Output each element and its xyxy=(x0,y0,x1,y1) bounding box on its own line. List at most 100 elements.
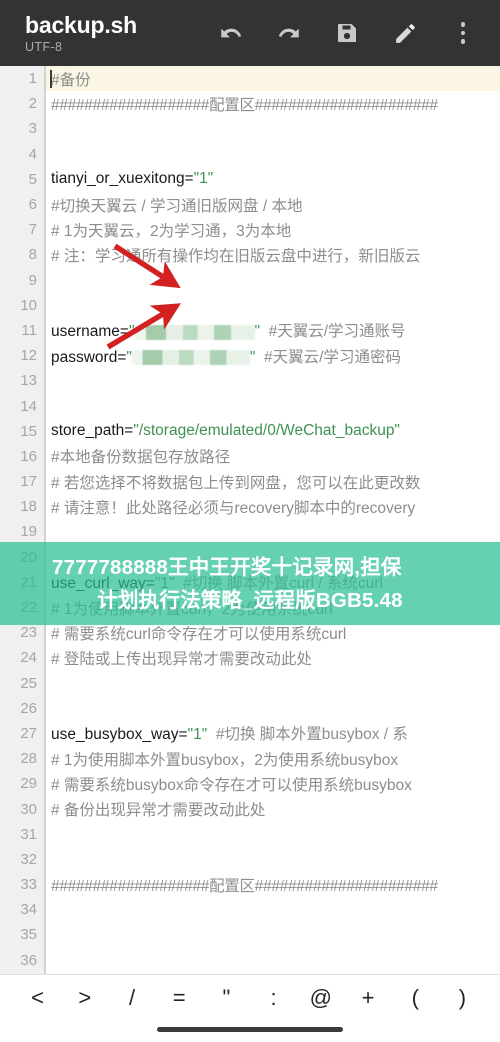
code-line[interactable]: 14 xyxy=(0,393,500,418)
code-line[interactable]: 2 ###################配置区#################… xyxy=(0,91,500,116)
overflow-menu-button[interactable] xyxy=(434,0,492,66)
code-line[interactable]: 27 use_busybox_way="1" #切换 脚本外置busybox / … xyxy=(0,721,500,746)
code-text: use_busybox_way="1" #切换 脚本外置busybox / 系 xyxy=(51,726,408,744)
file-title-block: backup.sh UTF-8 xyxy=(25,12,137,55)
line-number: 3 xyxy=(28,120,37,138)
watermark-line-2: 计划执行法策略_远程版BGB5.48 xyxy=(97,588,403,612)
line-number: 26 xyxy=(20,699,37,717)
code-line[interactable]: 32 xyxy=(0,847,500,872)
code-text: tianyi_or_xuexitong="1" xyxy=(51,170,214,188)
line-number: 31 xyxy=(20,825,37,843)
line-number: 30 xyxy=(20,800,37,818)
line-number: 15 xyxy=(20,422,37,440)
line-number: 7 xyxy=(28,221,37,239)
symbol-key[interactable]: : xyxy=(250,975,297,1021)
home-indicator[interactable] xyxy=(157,1026,343,1032)
symbol-key[interactable]: ( xyxy=(392,975,439,1021)
line-number: 1 xyxy=(28,70,37,88)
watermark-overlay: 7777788888王中王开奖十记录网,担保 计划执行法策略_远程版BGB5.4… xyxy=(0,542,500,625)
editor-app-screen: backup.sh UTF-8 1 #备份 2 ################… xyxy=(0,0,500,1042)
code-line[interactable]: 9 xyxy=(0,268,500,293)
symbol-key[interactable]: / xyxy=(108,975,155,1021)
line-number: 6 xyxy=(28,196,37,214)
symbol-key[interactable]: " xyxy=(203,975,250,1021)
redo-button[interactable] xyxy=(260,0,318,66)
code-line[interactable]: 26 xyxy=(0,696,500,721)
code-line[interactable]: 1 #备份 xyxy=(0,66,500,92)
code-line[interactable]: 28 # 1为使用脚本外置busybox，2为使用系统busybox xyxy=(0,746,500,771)
code-line[interactable]: 18 # 请注意！此处路径必须与recovery脚本中的recovery xyxy=(0,494,500,519)
symbol-key[interactable]: > xyxy=(61,975,108,1021)
code-text: #切换天翼云 / 学习通旧版网盘 / 本地 xyxy=(51,197,303,215)
code-lines: 1 #备份 2 ###################配置区#############… xyxy=(0,66,500,974)
code-line[interactable]: 25 xyxy=(0,671,500,696)
line-number: 27 xyxy=(20,724,37,742)
code-editor[interactable]: 1 #备份 2 ###################配置区#############… xyxy=(0,66,500,974)
line-number: 25 xyxy=(20,674,37,692)
line-number: 23 xyxy=(20,624,37,642)
line-number: 5 xyxy=(28,170,37,188)
undo-button[interactable] xyxy=(202,0,260,66)
code-line[interactable]: 5 tianyi_or_xuexitong="1" xyxy=(0,167,500,192)
code-line[interactable]: 13 xyxy=(0,368,500,393)
page-title: backup.sh xyxy=(25,11,137,38)
code-text: # 若您选择不将数据包上传到网盘，您可以在此更改数 xyxy=(51,474,421,492)
symbol-key[interactable]: + xyxy=(344,975,391,1021)
code-line[interactable]: 16 #本地备份数据包存放路径 xyxy=(0,444,500,469)
app-header: backup.sh UTF-8 xyxy=(0,0,500,66)
code-line[interactable]: 7 # 1为天翼云，2为学习通，3为本地 xyxy=(0,217,500,242)
code-line[interactable]: 19 xyxy=(0,519,500,544)
save-button[interactable] xyxy=(318,0,376,66)
code-text: # 1为天翼云，2为学习通，3为本地 xyxy=(51,222,292,240)
code-text: #本地备份数据包存放路径 xyxy=(51,449,231,467)
code-line[interactable]: 30 # 备份出现异常才需要改动此处 xyxy=(0,796,500,821)
code-line[interactable]: 4 xyxy=(0,142,500,167)
code-text: # 需要系统busybox命令存在才可以使用系统busybox xyxy=(51,776,412,794)
code-line[interactable]: 12 password=" " #天翼云/学习通密码 xyxy=(0,343,500,368)
code-line[interactable]: 3 xyxy=(0,116,500,141)
current-line-highlight xyxy=(46,66,500,92)
code-line[interactable]: 11 username=" " #天翼云/学习通账号 xyxy=(0,318,500,343)
code-text: password=" " #天翼云/学习通密码 xyxy=(51,348,401,366)
code-text: store_path="/storage/emulated/0/WeChat_b… xyxy=(51,422,400,440)
symbol-key[interactable]: @ xyxy=(297,975,344,1021)
symbol-key[interactable]: ) xyxy=(439,975,486,1021)
code-text: # 备份出现异常才需要改动此处 xyxy=(51,802,266,820)
code-line[interactable]: 34 xyxy=(0,897,500,922)
code-line[interactable]: 36 xyxy=(0,948,500,973)
line-number: 34 xyxy=(20,901,37,919)
symbol-key[interactable]: = xyxy=(156,975,203,1021)
code-text: # 1为使用脚本外置busybox，2为使用系统busybox xyxy=(51,751,399,769)
code-text: username=" " #天翼云/学习通账号 xyxy=(51,323,406,341)
line-number: 35 xyxy=(20,926,37,944)
line-number: 17 xyxy=(20,473,37,491)
redacted-password-value xyxy=(131,350,250,366)
undo-icon xyxy=(218,20,244,46)
code-text: # 需要系统curl命令存在才可以使用系统curl xyxy=(51,625,347,643)
code-line[interactable]: 17 # 若您选择不将数据包上传到网盘，您可以在此更改数 xyxy=(0,469,500,494)
line-number: 2 xyxy=(28,95,37,113)
code-line[interactable]: 29 # 需要系统busybox命令存在才可以使用系统busybox xyxy=(0,771,500,796)
redo-icon xyxy=(276,20,302,46)
code-line[interactable]: 15 store_path="/storage/emulated/0/WeChat… xyxy=(0,419,500,444)
line-number: 8 xyxy=(28,246,37,264)
symbol-key[interactable]: < xyxy=(14,975,61,1021)
code-text: ###################配置区##################… xyxy=(51,877,438,895)
line-number: 11 xyxy=(21,321,37,339)
more-vertical-icon xyxy=(460,22,466,44)
code-line[interactable]: 31 xyxy=(0,822,500,847)
code-text: # 注：学习通所有操作均在旧版云盘中进行，新旧版云 xyxy=(51,247,421,265)
edit-button[interactable] xyxy=(376,0,434,66)
symbol-toolbar: < > / = ": @ +() xyxy=(0,974,500,1042)
code-line[interactable]: 24 # 登陆或上传出现异常才需要改动此处 xyxy=(0,645,500,670)
code-line[interactable]: 8 # 注：学习通所有操作均在旧版云盘中进行，新旧版云 xyxy=(0,242,500,267)
line-number: 9 xyxy=(28,271,37,289)
line-number: 24 xyxy=(20,649,37,667)
code-line[interactable]: 6 #切换天翼云 / 学习通旧版网盘 / 本地 xyxy=(0,192,500,217)
file-encoding-label: UTF-8 xyxy=(25,39,63,54)
line-number: 28 xyxy=(20,750,37,768)
code-line[interactable]: 35 xyxy=(0,922,500,947)
code-line[interactable]: 33 ###################配置区################… xyxy=(0,872,500,897)
line-number: 33 xyxy=(20,876,37,894)
code-line[interactable]: 10 xyxy=(0,293,500,318)
